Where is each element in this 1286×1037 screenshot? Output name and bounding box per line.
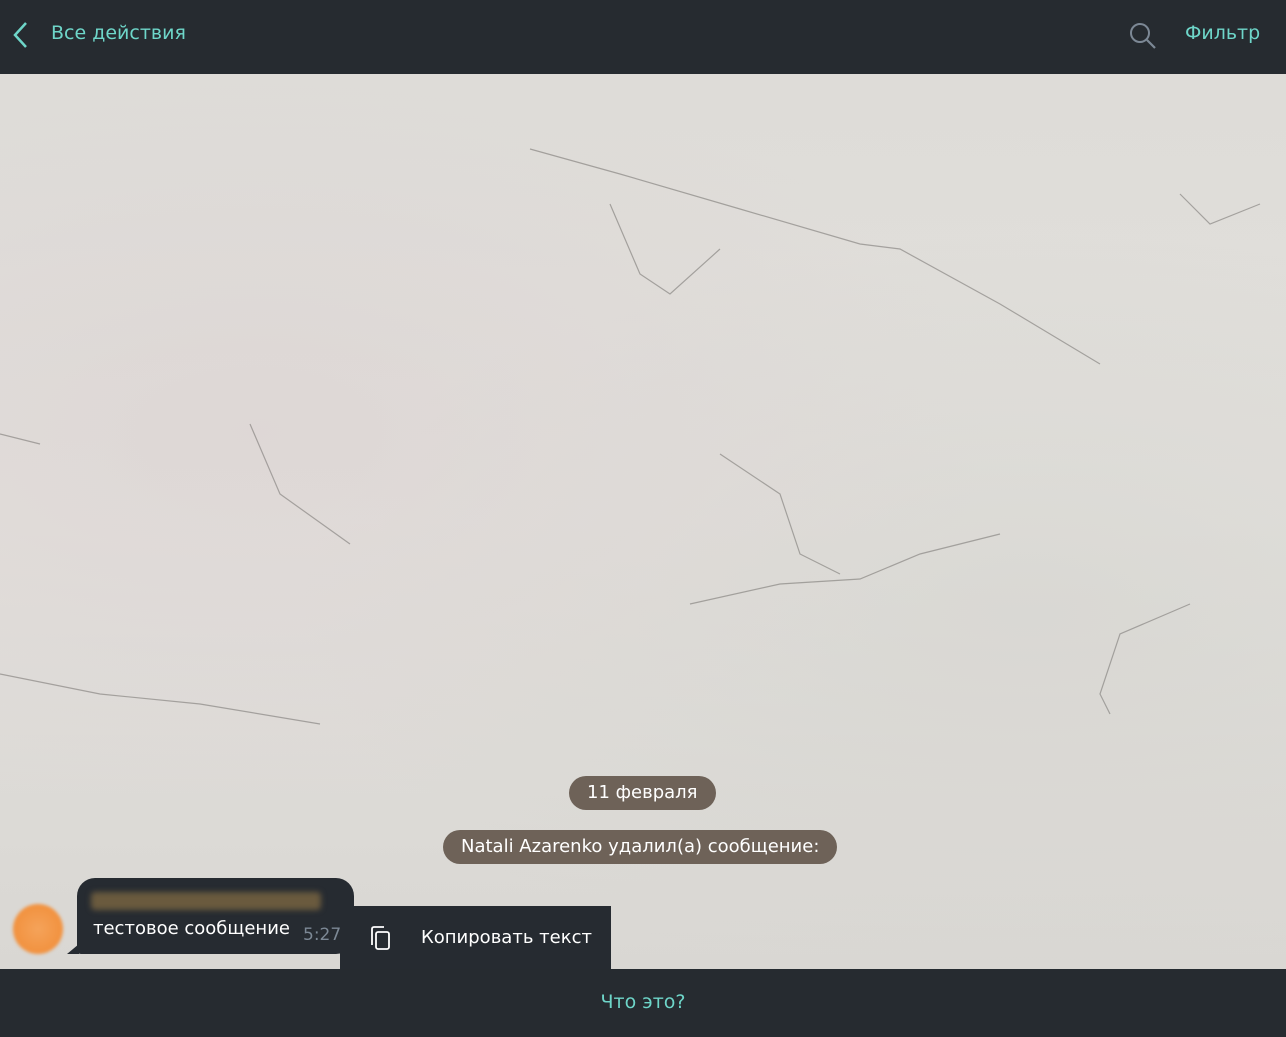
bubble-tail (67, 944, 79, 954)
copy-text-menu-item[interactable]: Копировать текст (340, 906, 611, 969)
copy-text-label: Копировать текст (421, 927, 592, 948)
copy-icon (371, 926, 390, 950)
message-time: 5:27 (303, 925, 342, 945)
avatar[interactable] (13, 904, 63, 954)
bottom-bar: Что это? (0, 969, 1286, 1037)
back-arrow-icon[interactable] (10, 20, 34, 50)
page-title[interactable]: Все действия (51, 22, 186, 44)
top-bar: Все действия Фильтр (0, 0, 1286, 74)
message-bubble[interactable]: тестовое сообщение 5:27 (67, 878, 354, 954)
search-icon[interactable] (1128, 21, 1158, 51)
date-badge: 11 февраля (569, 776, 716, 810)
what-is-this-button[interactable]: Что это? (0, 991, 1286, 1013)
service-message: Natali Azarenko удалил(а) сообщение: (443, 830, 838, 864)
filter-button[interactable]: Фильтр (1185, 22, 1260, 44)
message-text: тестовое сообщение (93, 918, 290, 939)
sender-name-blurred (91, 892, 321, 910)
